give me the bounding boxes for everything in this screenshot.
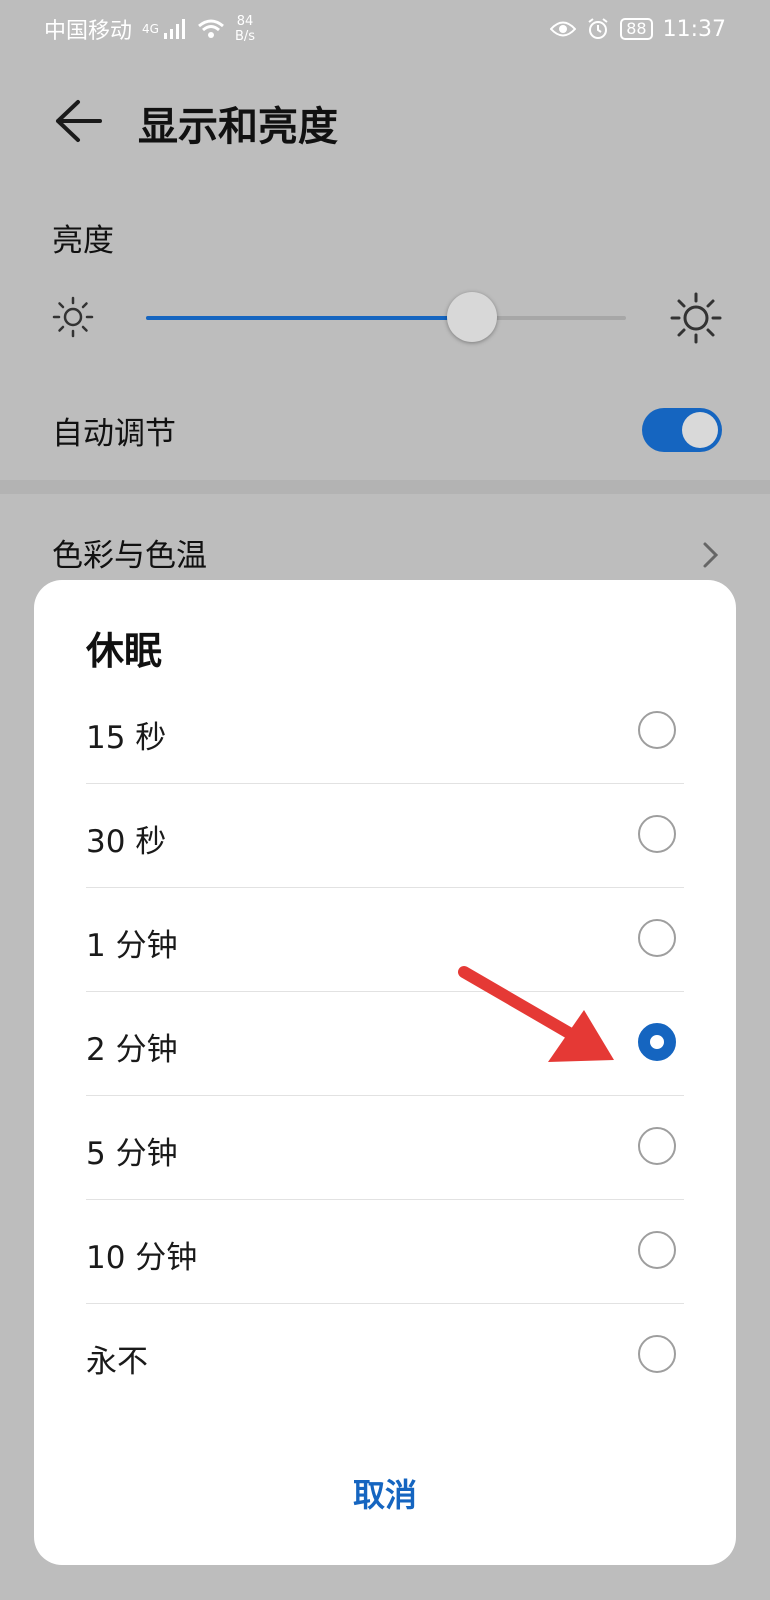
sleep-option[interactable]: 永不 <box>86 1304 684 1407</box>
sleep-option-label: 5 分钟 <box>86 1136 178 1172</box>
radio-button[interactable] <box>638 1335 676 1373</box>
app-header: 显示和亮度 <box>0 76 770 166</box>
speed-value: 84 <box>236 14 254 29</box>
network-type: 4G <box>142 22 159 36</box>
sleep-option-label: 15 秒 <box>86 720 167 756</box>
radio-button[interactable] <box>638 1127 676 1165</box>
back-arrow-icon[interactable] <box>52 96 104 146</box>
sleep-option-label: 10 分钟 <box>86 1240 198 1276</box>
dialog-title: 休眠 <box>86 629 163 673</box>
radio-button[interactable] <box>638 1023 676 1061</box>
auto-adjust-toggle[interactable] <box>642 408 722 452</box>
status-left: 中国移动 4G 84 B/s <box>44 13 255 45</box>
battery-indicator: 88 <box>620 18 653 40</box>
brightness-slider-fill <box>146 316 473 320</box>
radio-button[interactable] <box>638 711 676 749</box>
eye-icon <box>550 21 577 37</box>
radio-button[interactable] <box>638 1231 676 1269</box>
alarm-icon <box>588 18 608 39</box>
auto-adjust-label: 自动调节 <box>52 416 176 452</box>
auto-adjust-row[interactable]: 自动调节 <box>52 404 722 460</box>
watermark-logo-icon <box>560 1526 700 1552</box>
brightness-slider-thumb[interactable] <box>447 292 498 342</box>
status-right: 88 11:37 <box>550 17 726 42</box>
color-temperature-row[interactable]: 色彩与色温 <box>52 530 722 580</box>
sleep-option-label: 永不 <box>86 1344 148 1380</box>
sleep-option-label: 1 分钟 <box>86 928 178 964</box>
toggle-knob <box>682 412 718 448</box>
sleep-option[interactable]: 15 秒 <box>86 680 684 784</box>
sleep-option[interactable]: 30 秒 <box>86 784 684 888</box>
annotation-arrow-icon <box>458 966 614 1062</box>
sun-small-icon <box>52 296 94 338</box>
signal-icon <box>163 19 185 39</box>
section-divider <box>0 480 770 494</box>
speed-unit: B/s <box>234 29 256 44</box>
radio-button[interactable] <box>638 815 676 853</box>
status-bar: 中国移动 4G 84 B/s 88 11:37 <box>0 0 770 58</box>
brightness-slider-row <box>52 290 722 346</box>
network-speed: 84 B/s <box>235 14 255 44</box>
clock: 11:37 <box>662 16 726 42</box>
sleep-option[interactable]: 10 分钟 <box>86 1200 684 1304</box>
brightness-label: 亮度 <box>52 223 114 259</box>
chevron-right-icon <box>703 542 719 568</box>
page-title: 显示和亮度 <box>138 104 338 150</box>
sleep-option-label: 2 分钟 <box>86 1032 178 1068</box>
sleep-option[interactable]: 5 分钟 <box>86 1096 684 1200</box>
sun-large-icon <box>670 292 722 344</box>
radio-button[interactable] <box>638 919 676 957</box>
sleep-dialog: 休眠 15 秒 30 秒 1 分钟 2 分钟 5 分钟 10 分钟 永不 取消 <box>34 580 736 1565</box>
cancel-button[interactable]: 取消 <box>34 1470 736 1516</box>
brightness-slider[interactable] <box>146 292 626 342</box>
sleep-option-label: 30 秒 <box>86 824 167 860</box>
color-temperature-label: 色彩与色温 <box>52 538 207 574</box>
wifi-icon <box>197 19 224 38</box>
carrier-name: 中国移动 <box>44 19 133 44</box>
